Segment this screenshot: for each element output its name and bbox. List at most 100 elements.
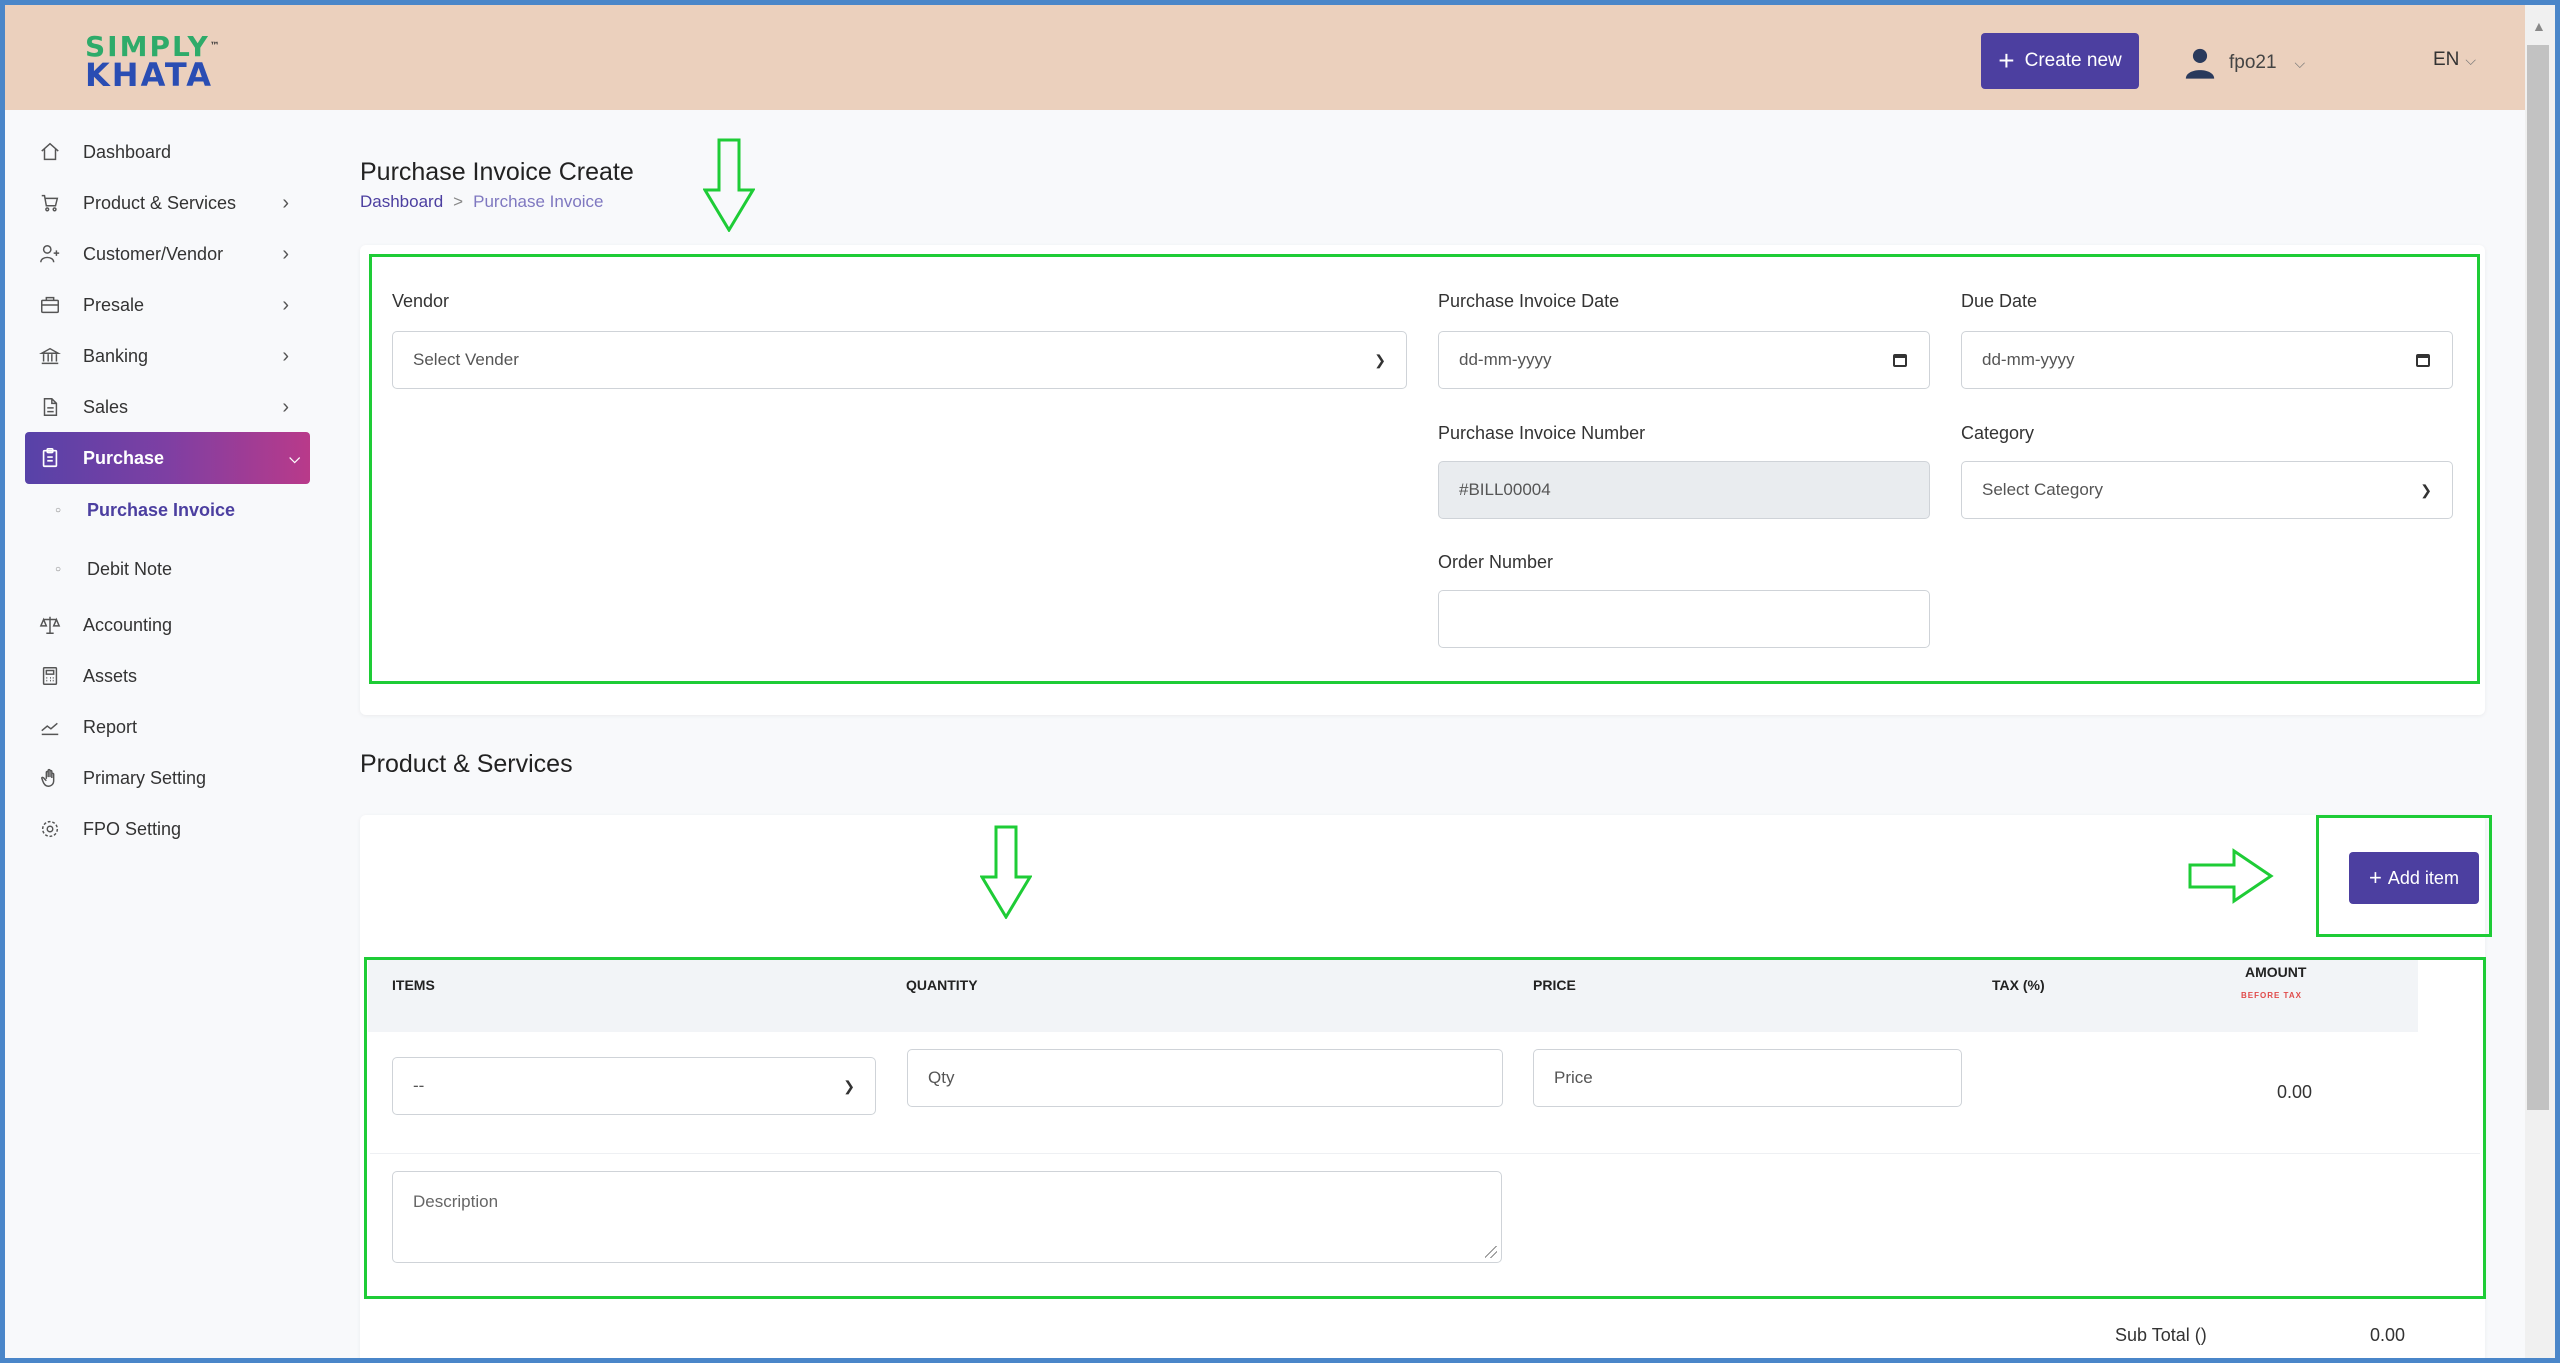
scrollbar-thumb[interactable] <box>2527 45 2549 1110</box>
plus-icon: + <box>1998 45 2015 76</box>
add-item-label: Add item <box>2387 867 2459 888</box>
language-label: EN <box>2433 49 2460 70</box>
cart-icon <box>37 190 63 216</box>
resize-handle-icon[interactable] <box>1485 1246 1497 1258</box>
invoice-date-input[interactable]: dd-mm-yyyy <box>1438 331 1930 389</box>
briefcase-icon <box>37 292 63 318</box>
clipboard-icon <box>37 445 63 471</box>
sidebar-subitem-purchase-invoice[interactable]: ○ Purchase Invoice <box>55 490 235 530</box>
logo-trademark: ™ <box>209 41 222 52</box>
sidebar-item-assets[interactable]: Assets <box>37 654 299 698</box>
sidebar-item-purchase[interactable]: Purchase ⌵ <box>25 432 310 484</box>
sidebar-item-report[interactable]: Report <box>37 705 299 749</box>
chevron-right-icon: › <box>282 293 289 316</box>
due-date-input[interactable]: dd-mm-yyyy <box>1961 331 2453 389</box>
sidebar-item-accounting[interactable]: Accounting <box>37 603 299 647</box>
sidebar-item-fpo-setting[interactable]: FPO Setting <box>37 807 299 851</box>
sidebar-subitem-label: Debit Note <box>87 558 173 579</box>
sidebar-item-label: Presale <box>83 294 145 315</box>
create-new-button[interactable]: + Create new <box>1981 33 2139 89</box>
gear-icon <box>37 816 63 842</box>
invoice-number-value: #BILL00004 <box>1459 480 1551 499</box>
bank-icon <box>37 343 63 369</box>
page-title: Purchase Invoice Create <box>360 158 634 186</box>
sidebar-item-primary-setting[interactable]: Primary Setting <box>37 756 299 800</box>
annotation-right-arrow-icon <box>2188 848 2274 904</box>
due-date-label: Due Date <box>1961 291 2038 311</box>
calendar-icon[interactable] <box>1893 353 1907 367</box>
breadcrumb-home-link[interactable]: Dashboard <box>360 192 443 211</box>
sidebar-item-sales[interactable]: Sales › <box>37 385 299 429</box>
quantity-placeholder: Qty <box>928 1068 955 1087</box>
home-icon <box>37 139 63 165</box>
sidebar-item-label: FPO Setting <box>83 818 182 839</box>
description-textarea[interactable]: Description <box>392 1171 1502 1263</box>
chevron-down-icon: ⌵ <box>2294 54 2306 71</box>
sidebar-item-presale[interactable]: Presale › <box>37 283 299 327</box>
invoice-number-field: #BILL00004 <box>1438 461 1930 519</box>
order-number-label: Order Number <box>1438 552 1554 572</box>
breadcrumb-current: Purchase Invoice <box>473 192 604 211</box>
sidebar-item-label: Purchase <box>83 447 165 468</box>
calculator-icon <box>37 663 63 689</box>
sidebar-item-label: Banking <box>83 345 149 366</box>
sidebar-item-product-services[interactable]: Product & Services › <box>37 181 299 225</box>
user-menu[interactable]: fpo21 ⌵ <box>2183 43 2305 83</box>
create-new-label: Create new <box>2024 50 2122 71</box>
sidebar-item-label: Accounting <box>83 614 173 635</box>
sidebar-item-dashboard[interactable]: Dashboard <box>37 130 299 174</box>
chevron-down-icon: ⌵ <box>289 449 300 466</box>
chevron-down-icon: ❯ <box>1374 351 1386 368</box>
section-title-products: Product & Services <box>360 750 573 778</box>
category-label: Category <box>1961 423 2035 443</box>
invoice-date-placeholder: dd-mm-yyyy <box>1459 350 1552 369</box>
price-input[interactable]: Price <box>1533 1049 1921 1107</box>
item-select[interactable]: -- ❯ <box>392 1057 876 1115</box>
invoice-date-label: Purchase Invoice Date <box>1438 291 1620 311</box>
document-icon <box>37 394 63 420</box>
sidebar-item-label: Sales <box>83 396 129 417</box>
subtotal-value: 0.00 <box>2370 1325 2406 1345</box>
breadcrumb-separator: > <box>453 192 464 211</box>
item-select-value: -- <box>413 1076 425 1095</box>
logo-line2: KHATA <box>85 56 213 94</box>
invoice-number-label: Purchase Invoice Number <box>1438 423 1646 443</box>
annotation-down-arrow-icon <box>980 825 1032 919</box>
quantity-unit-addon <box>1461 1049 1503 1107</box>
calendar-icon[interactable] <box>2416 353 2430 367</box>
description-placeholder: Description <box>413 1192 499 1211</box>
language-selector[interactable]: EN ⌵ <box>2433 49 2476 71</box>
sidebar-item-label: Report <box>83 716 138 737</box>
sidebar-item-label: Primary Setting <box>83 767 207 788</box>
top-header: SIMPLY™ KHATA + Create new fpo21 ⌵ EN ⌵ <box>5 5 2525 110</box>
scale-icon <box>37 612 63 638</box>
bullet-icon: ○ <box>55 563 62 575</box>
chevron-right-icon: › <box>282 344 289 367</box>
add-item-button[interactable]: + Add item <box>2349 852 2479 904</box>
chevron-down-icon: ⌵ <box>2465 52 2477 68</box>
sidebar-subitem-debit-note[interactable]: ○ Debit Note <box>55 549 172 589</box>
order-number-input[interactable] <box>1438 590 1930 648</box>
category-select[interactable]: Select Category ❯ <box>1961 461 2453 519</box>
annotation-down-arrow-icon <box>703 138 755 232</box>
logo[interactable]: SIMPLY™ KHATA <box>85 33 220 94</box>
user-plus-icon <box>37 241 63 267</box>
vendor-select[interactable]: Select Vender ❯ <box>392 331 1407 389</box>
sidebar-item-banking[interactable]: Banking › <box>37 334 299 378</box>
sidebar-item-label: Product & Services <box>83 192 237 213</box>
due-date-placeholder: dd-mm-yyyy <box>1982 350 2075 369</box>
scroll-up-arrow-icon[interactable]: ▲ <box>2532 18 2546 34</box>
breadcrumb: Dashboard > Purchase Invoice <box>360 192 604 212</box>
sidebar-item-customer-vendor[interactable]: Customer/Vendor › <box>37 232 299 276</box>
quantity-input[interactable]: Qty <box>907 1049 1462 1107</box>
chevron-right-icon: › <box>282 395 289 418</box>
plus-icon: + <box>2369 865 2382 890</box>
chevron-right-icon: › <box>282 242 289 265</box>
chevron-down-icon: ❯ <box>843 1077 855 1094</box>
sidebar-item-label: Dashboard <box>83 141 172 162</box>
sidebar-item-label: Assets <box>83 665 138 686</box>
vendor-select-value: Select Vender <box>413 350 519 369</box>
chart-icon <box>37 714 63 740</box>
category-select-value: Select Category <box>1982 480 2103 499</box>
bullet-icon: ○ <box>55 504 62 516</box>
